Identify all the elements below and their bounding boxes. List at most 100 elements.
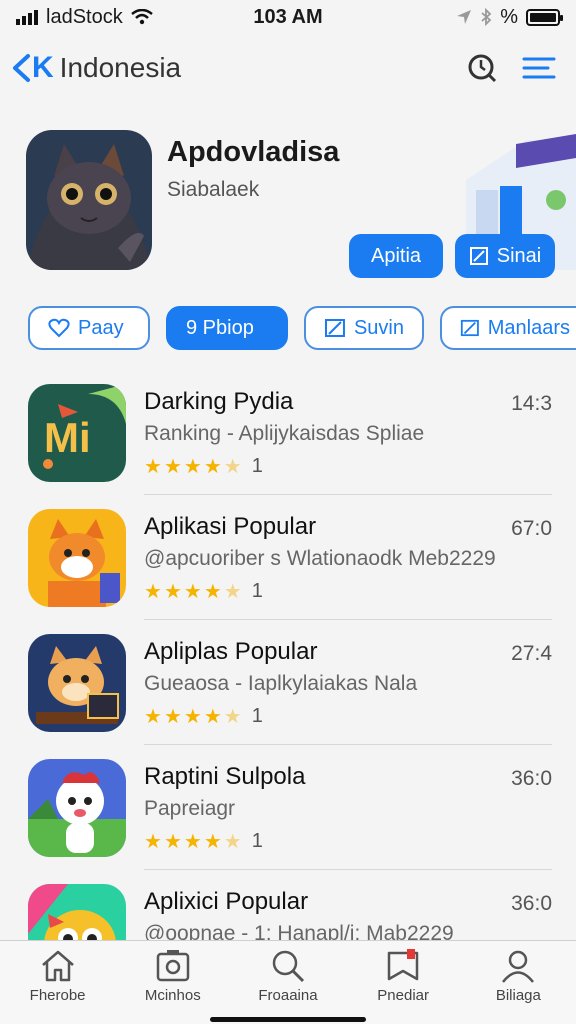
app-name: Aplikasi Popular [144, 513, 317, 540]
category-chips: Paay 9 Pbiop Suvin Manlaars [28, 306, 576, 350]
tab-bar: Fherobe Mcinhos Froaaina Pnediar Biliaga [0, 940, 576, 1024]
star-icon: ★ [163, 831, 182, 853]
location-icon [457, 10, 472, 24]
rating-count: 1 [251, 705, 263, 727]
featured-primary-label: Apitia [370, 244, 422, 267]
tab-camera[interactable]: Mcinhos [123, 949, 223, 1024]
tab-home[interactable]: Fherobe [8, 949, 108, 1024]
star-icon: ★ [144, 581, 162, 603]
chip-label: Paay [78, 316, 124, 339]
featured-primary-button[interactable]: Apitia [349, 234, 443, 278]
camera-icon [156, 950, 190, 982]
app-name: Darking Pydia [144, 388, 294, 415]
tab-label: Mcinhos [144, 987, 201, 1004]
star-icon: ★ [183, 581, 202, 603]
back-label: K [32, 51, 54, 84]
star-rating: ★ ★ ★ ★ ★ 1 [144, 579, 263, 604]
chip-pbiop[interactable]: 9 Pbiop [166, 306, 288, 350]
edit-icon [469, 247, 488, 265]
star-icon: ★ [183, 456, 202, 478]
back-button[interactable]: K [10, 51, 54, 85]
star-icon: ★ [163, 456, 182, 478]
tab-bookmark[interactable]: Pnediar [353, 949, 453, 1024]
home-indicator [210, 1017, 366, 1022]
status-right: % [456, 5, 563, 29]
featured-title: Apdovladisa [167, 136, 340, 168]
signal-icon [16, 9, 38, 25]
list-item[interactable]: Raptini Sulpola Papreiagr ★ ★ ★ ★ ★ 1 36:0 [0, 745, 576, 870]
star-icon: ★ [183, 831, 202, 853]
tab-label: Fherobe [29, 987, 86, 1004]
nav-bar: K Indonesia [0, 40, 576, 96]
app-name: Aplixici Popular [144, 888, 309, 915]
rating-count: 1 [251, 830, 263, 852]
list-item[interactable]: Mi Darking Pydia Ranking - Aplijykaisdas… [0, 370, 576, 495]
star-rating: ★ ★ ★ ★ ★ 1 [144, 704, 263, 729]
chip-manlaars[interactable]: Manlaars [440, 306, 576, 350]
tab-label: Pnediar [377, 987, 429, 1004]
app-meta: 36:0 [511, 892, 552, 915]
featured-subtitle: Siabalaek [167, 178, 260, 201]
chip-label: 9 Pbiop [186, 316, 254, 339]
featured-secondary-button[interactable]: Sinai [455, 234, 555, 278]
star-icon: ★ [144, 831, 162, 853]
bluetooth-icon [481, 8, 492, 26]
status-bar: ladStock 103 AM % [0, 0, 576, 34]
svg-text:Mi: Mi [44, 414, 91, 461]
chip-label: Suvin [353, 316, 404, 339]
star-half-icon: ★ [223, 831, 242, 853]
star-half-icon: ★ [223, 706, 242, 728]
tab-label: Biliaga [495, 987, 541, 1004]
star-rating: ★ ★ ★ ★ ★ 1 [144, 829, 263, 854]
app-meta: 36:0 [511, 767, 552, 790]
app-icon: Mi [28, 384, 126, 482]
star-icon: ★ [163, 581, 182, 603]
app-name: Raptini Sulpola [144, 763, 306, 790]
app-description: Papreiagr [144, 797, 236, 820]
star-icon: ★ [183, 706, 202, 728]
battery-icon [526, 8, 563, 26]
app-description: @apcuoriber s Wlationaodk Meb2229 [144, 547, 496, 570]
edit-icon [460, 319, 479, 337]
app-icon [28, 509, 126, 607]
featured-app-icon[interactable] [26, 130, 152, 270]
bookmark-icon [387, 949, 419, 981]
heart-icon [48, 318, 70, 338]
featured-secondary-label: Sinai [496, 244, 542, 267]
chip-paay[interactable]: Paay [28, 306, 150, 350]
person-icon [502, 950, 535, 983]
app-meta: 14:3 [511, 392, 552, 415]
app-icon [28, 634, 126, 732]
tab-profile[interactable]: Biliaga [468, 949, 568, 1024]
star-icon: ★ [203, 831, 222, 853]
chip-suvin[interactable]: Suvin [304, 306, 424, 350]
rating-count: 1 [251, 580, 263, 602]
status-time: 103 AM [253, 5, 323, 28]
wifi-icon [130, 9, 153, 25]
star-icon: ★ [203, 456, 222, 478]
star-icon: ★ [163, 706, 182, 728]
tab-search[interactable]: Froaaina [238, 949, 338, 1024]
app-name: Apliplas Popular [144, 638, 318, 665]
search-icon [272, 950, 305, 983]
menu-lines-icon[interactable] [522, 55, 556, 81]
battery-percent: % [500, 5, 518, 28]
star-icon: ★ [203, 706, 222, 728]
app-meta: 67:0 [511, 517, 552, 540]
app-list: Mi Darking Pydia Ranking - Aplijykaisdas… [0, 370, 576, 995]
page-title: Indonesia [59, 52, 182, 83]
status-left: ladStock [16, 6, 153, 29]
star-half-icon: ★ [223, 581, 242, 603]
chip-label: Manlaars [487, 316, 570, 339]
nav-actions [466, 52, 566, 84]
star-half-icon: ★ [223, 456, 242, 478]
chevron-left-icon [13, 54, 30, 82]
list-item[interactable]: Aplikasi Popular @apcuoriber s Wlationao… [0, 495, 576, 620]
star-icon: ★ [203, 581, 222, 603]
edit-icon [324, 319, 345, 337]
star-icon: ★ [144, 706, 162, 728]
star-rating: ★ ★ ★ ★ ★ 1 [144, 454, 263, 479]
list-item[interactable]: Apliplas Popular Gueaosa - Iaplkylaiakas… [0, 620, 576, 745]
clock-search-icon[interactable] [466, 52, 498, 84]
app-meta: 27:4 [511, 642, 552, 665]
